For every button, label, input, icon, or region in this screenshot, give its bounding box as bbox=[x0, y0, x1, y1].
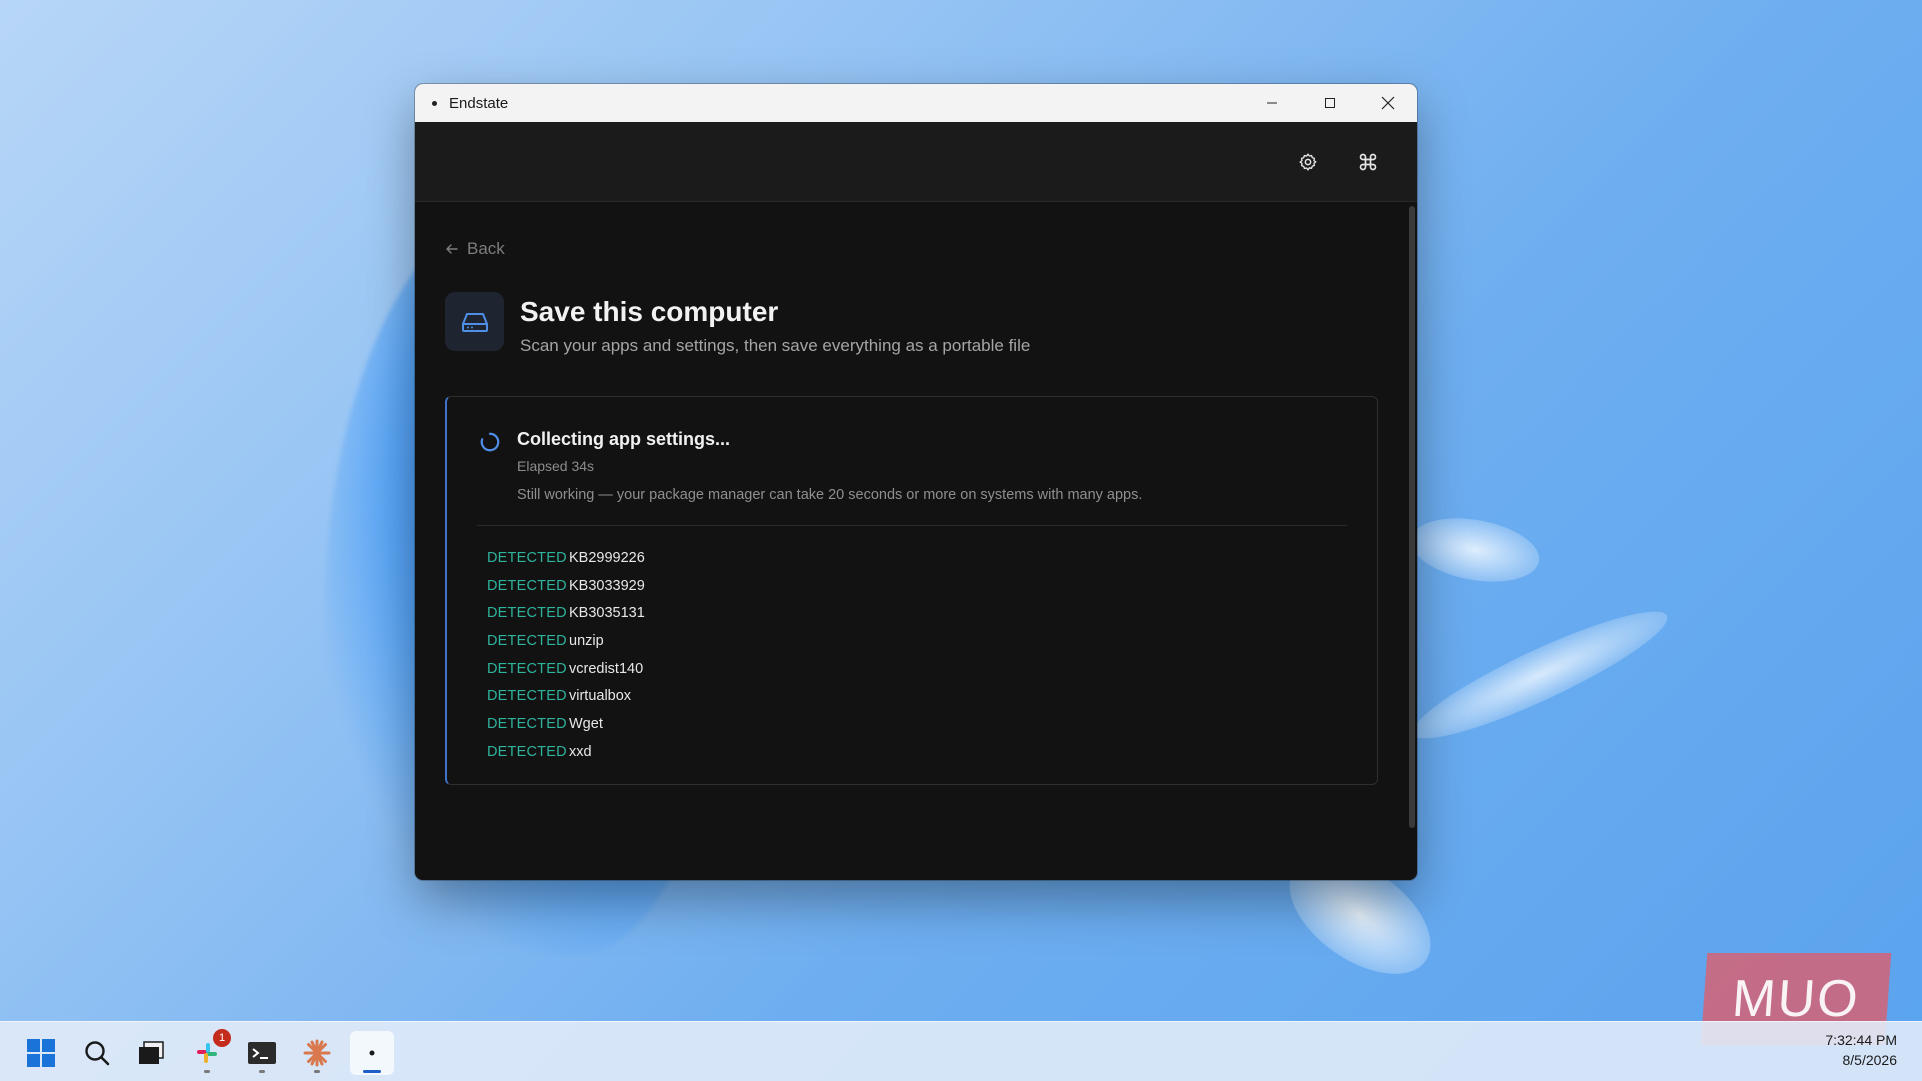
taskbar-slack[interactable]: 1 bbox=[185, 1029, 231, 1075]
settings-button[interactable] bbox=[1297, 151, 1319, 173]
task-view-icon bbox=[139, 1041, 164, 1064]
detected-tag: DETECTED bbox=[487, 660, 567, 677]
back-label: Back bbox=[467, 239, 505, 258]
window-controls bbox=[1243, 84, 1417, 122]
claude-icon bbox=[303, 1039, 331, 1067]
status-note: Still working — your package manager can… bbox=[517, 487, 1143, 503]
list-item: DETECTED xxd bbox=[487, 738, 645, 766]
window-title: Endstate bbox=[449, 94, 509, 112]
arrow-left-icon bbox=[446, 244, 458, 254]
endstate-icon bbox=[369, 1050, 375, 1056]
detected-tag: DETECTED bbox=[487, 688, 567, 705]
elapsed-time: Elapsed 34s bbox=[517, 458, 595, 474]
progress-card: Collecting app settings... Elapsed 34s S… bbox=[445, 396, 1378, 785]
list-item: DETECTED Wget bbox=[487, 710, 645, 738]
detected-tag: DETECTED bbox=[487, 743, 567, 760]
window-titlebar[interactable]: Endstate bbox=[415, 84, 1417, 122]
list-item: DETECTED KB3035131 bbox=[487, 599, 645, 627]
item-name: KB3035131 bbox=[569, 605, 645, 622]
wallpaper-petal bbox=[1405, 509, 1545, 591]
start-button[interactable] bbox=[19, 1031, 63, 1075]
back-button[interactable]: Back bbox=[445, 239, 505, 259]
page-subtitle: Scan your apps and settings, then save e… bbox=[520, 336, 1031, 355]
minimize-button[interactable] bbox=[1243, 84, 1301, 122]
item-name: virtualbox bbox=[569, 688, 632, 705]
item-name: Wget bbox=[569, 715, 603, 732]
task-view-button[interactable] bbox=[129, 1031, 173, 1075]
hero-icon-tile bbox=[445, 292, 504, 351]
spinner-icon bbox=[480, 432, 500, 452]
page-header: Save this computer Scan your apps and se… bbox=[445, 292, 1030, 356]
item-name: unzip bbox=[569, 632, 604, 649]
endstate-window: Endstate Back Save this computer Scan yo… bbox=[415, 84, 1417, 880]
list-item: DETECTED KB3033929 bbox=[487, 572, 645, 600]
list-item: DETECTED virtualbox bbox=[487, 682, 645, 710]
running-indicator bbox=[314, 1070, 320, 1073]
windows-start-icon bbox=[27, 1039, 55, 1067]
item-name: vcredist140 bbox=[569, 660, 644, 677]
app-header bbox=[415, 122, 1417, 202]
taskbar: 1 bbox=[0, 1021, 1922, 1081]
taskbar-terminal[interactable] bbox=[240, 1031, 284, 1075]
minimize-icon bbox=[1267, 102, 1277, 104]
close-icon bbox=[1381, 96, 1395, 110]
running-indicator bbox=[204, 1070, 210, 1073]
status-row: Collecting app settings... Elapsed 34s bbox=[479, 429, 730, 474]
wallpaper-petal bbox=[1402, 593, 1678, 757]
system-clock[interactable]: 7:32:44 PM 8/5/2026 bbox=[1825, 1030, 1897, 1070]
maximize-button[interactable] bbox=[1301, 84, 1359, 122]
taskbar-search-button[interactable] bbox=[75, 1031, 119, 1075]
terminal-icon bbox=[248, 1042, 276, 1064]
detected-list: DETECTED KB2999226 DETECTED KB3033929 DETE… bbox=[487, 544, 645, 766]
clock-time: 7:32:44 PM bbox=[1825, 1032, 1897, 1048]
active-indicator bbox=[363, 1070, 381, 1073]
command-palette-button[interactable] bbox=[1357, 151, 1379, 173]
divider bbox=[477, 525, 1347, 526]
notification-badge: 1 bbox=[213, 1029, 231, 1047]
taskbar-endstate[interactable] bbox=[350, 1031, 394, 1075]
list-item: DETECTED vcredist140 bbox=[487, 655, 645, 683]
list-item: DETECTED unzip bbox=[487, 627, 645, 655]
item-name: KB3033929 bbox=[569, 577, 645, 594]
detected-tag: DETECTED bbox=[487, 605, 567, 622]
hard-drive-icon bbox=[461, 312, 488, 332]
app-icon bbox=[432, 100, 437, 106]
search-icon bbox=[85, 1041, 110, 1066]
close-button[interactable] bbox=[1359, 84, 1417, 122]
list-item: DETECTED KB2999226 bbox=[487, 544, 645, 572]
clock-date: 8/5/2026 bbox=[1842, 1052, 1898, 1068]
status-title: Collecting app settings... bbox=[517, 429, 731, 449]
gear-icon bbox=[1299, 152, 1317, 171]
main-content: Back Save this computer Scan your apps a… bbox=[415, 202, 1417, 880]
item-name: KB2999226 bbox=[569, 549, 645, 566]
maximize-icon bbox=[1325, 98, 1335, 108]
detected-tag: DETECTED bbox=[487, 715, 567, 732]
taskbar-claude[interactable] bbox=[295, 1031, 339, 1075]
page-title: Save this computer bbox=[520, 296, 779, 327]
scrollbar[interactable] bbox=[1409, 206, 1415, 828]
item-name: xxd bbox=[569, 743, 592, 760]
detected-tag: DETECTED bbox=[487, 577, 567, 594]
detected-tag: DETECTED bbox=[487, 549, 567, 566]
running-indicator bbox=[259, 1070, 265, 1073]
detected-tag: DETECTED bbox=[487, 632, 567, 649]
command-icon bbox=[1359, 153, 1377, 170]
